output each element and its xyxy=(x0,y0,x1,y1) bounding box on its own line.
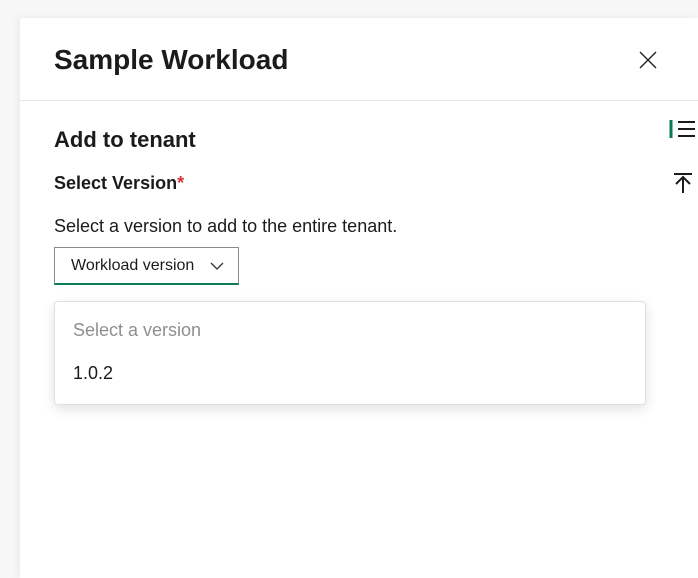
side-panel: Sample Workload Add to tenant Select Ver… xyxy=(20,18,698,578)
page-backdrop: Sample Workload Add to tenant Select Ver… xyxy=(0,0,698,578)
field-help-text: Select a version to add to the entire te… xyxy=(54,216,646,237)
close-icon xyxy=(638,50,658,70)
arrow-up-to-line-icon xyxy=(671,171,695,195)
panel-body: Add to tenant Select Version* Select a v… xyxy=(20,101,656,415)
list-icon xyxy=(669,117,697,141)
section-title: Add to tenant xyxy=(54,127,646,153)
field-label: Select Version xyxy=(54,173,177,193)
panel-title: Sample Workload xyxy=(54,45,288,76)
version-dropdown-label: Workload version xyxy=(71,257,194,275)
required-indicator: * xyxy=(177,173,184,193)
field-label-row: Select Version* xyxy=(54,173,646,194)
panel-body-wrap: Add to tenant Select Version* Select a v… xyxy=(20,101,698,415)
side-tools xyxy=(656,101,698,197)
version-dropdown-button[interactable]: Workload version xyxy=(54,247,239,285)
scroll-to-top-button[interactable] xyxy=(669,169,697,197)
table-of-contents-button[interactable] xyxy=(669,115,697,143)
chevron-down-icon xyxy=(208,257,226,275)
panel-header: Sample Workload xyxy=(20,18,698,101)
version-option[interactable]: 1.0.2 xyxy=(55,355,645,396)
close-button[interactable] xyxy=(632,44,664,76)
version-dropdown-list: Select a version 1.0.2 xyxy=(54,301,646,405)
version-dropdown-placeholder: Select a version xyxy=(55,310,645,355)
